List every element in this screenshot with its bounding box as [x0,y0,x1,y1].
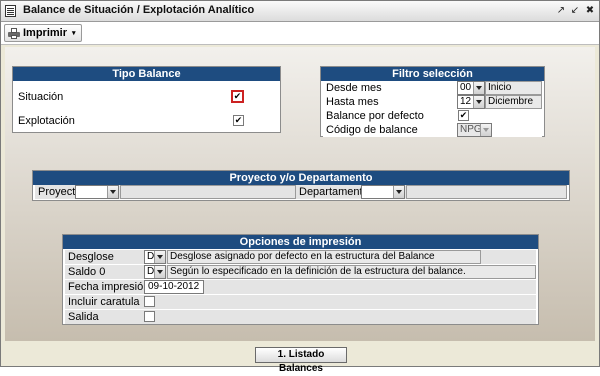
explotacion-row: Explotación ✔ [15,112,278,130]
chevron-down-icon [480,124,491,136]
departamento-label: Departamento [299,186,369,198]
hasta-mes-desc: Diciembre [485,95,542,109]
fecha-row: Fecha impresión 09-10-2012 [65,280,536,294]
filtro-panel: Filtro selección Desde mes 00 Inicio Has… [320,66,545,137]
saldo-desc: Según lo especificado en la definición d… [167,265,536,279]
explotacion-label: Explotación [18,115,75,127]
proyecto-panel: Proyecto y/o Departamento Proyecto Depar… [32,170,570,201]
chevron-down-icon: ▾ [72,30,76,37]
departamento-desc [406,185,567,199]
codigo-balance-row: Código de balance NPG [323,123,542,137]
fecha-input[interactable]: 09-10-2012 [144,280,204,294]
chevron-down-icon [107,186,118,198]
chevron-down-icon [473,82,484,94]
salida-row: Salida [65,310,536,324]
title-bar: Balance de Situación / Explotación Analí… [1,1,599,22]
hasta-mes-select[interactable]: 12 [457,95,485,109]
printer-icon [8,27,20,39]
window-title: Balance de Situación / Explotación Analí… [23,4,255,16]
hasta-mes-row: Hasta mes 12 Diciembre [323,95,542,109]
desde-mes-select[interactable]: 00 [457,81,485,95]
print-button-label: Imprimir [23,27,68,39]
chevron-down-icon [393,186,404,198]
saldo-select[interactable]: D [144,265,166,279]
fecha-label: Fecha impresión [68,281,150,293]
balance-defecto-row: Balance por defecto ✔ [323,109,542,123]
balance-defecto-checkbox[interactable]: ✔ [458,110,469,121]
caratula-label: Incluir caratula [68,296,140,308]
saldo-row: Saldo 0 D Según lo especificado en la de… [65,265,536,279]
chevron-down-icon [473,96,484,108]
form-area: Tipo Balance Situación ✔ Explotación ✔ F… [5,47,595,341]
opciones-panel: Opciones de impresión Desglose D Desglos… [62,234,539,325]
situacion-row: Situación ✔ [15,88,278,106]
detach-window-icon[interactable]: ↗ [555,5,567,17]
situacion-checkbox[interactable]: ✔ [231,90,244,103]
chevron-down-icon [154,251,165,263]
situacion-label: Situación [18,91,64,103]
desglose-row: Desglose D Desglose asignado por defecto… [65,250,536,264]
desglose-desc: Desglose asignado por defecto en la estr… [167,250,481,264]
restore-window-icon[interactable]: ↙ [569,5,581,17]
balance-defecto-label: Balance por defecto [326,110,424,122]
tipo-balance-header: Tipo Balance [13,67,280,81]
footer-bar: 1. Listado Balances [1,342,599,374]
filtro-header: Filtro selección [321,67,544,81]
window-app-icon [5,5,16,17]
close-window-icon[interactable]: ✖ [584,5,596,17]
print-menu-button[interactable]: Imprimir ▾ [4,24,82,42]
hasta-mes-label: Hasta mes [326,96,379,108]
caratula-checkbox[interactable] [144,296,155,307]
departamento-select[interactable] [361,185,405,199]
codigo-balance-select[interactable]: NPG [457,123,492,137]
desglose-label: Desglose [68,251,114,263]
proyecto-row: Proyecto Departamento [35,185,567,199]
chevron-down-icon [154,266,165,278]
proyecto-desc [120,185,296,199]
desde-mes-value: 00 [460,82,472,93]
desde-mes-label: Desde mes [326,82,382,94]
explotacion-checkbox[interactable]: ✔ [233,115,244,126]
desglose-select[interactable]: D [144,250,166,264]
tipo-balance-panel: Tipo Balance Situación ✔ Explotación ✔ [12,66,281,133]
caratula-row: Incluir caratula [65,295,536,309]
salida-label: Salida [68,311,99,323]
opciones-header: Opciones de impresión [63,235,538,249]
saldo-label: Saldo 0 [68,266,106,278]
report-window: Balance de Situación / Explotación Analí… [0,0,600,374]
proyecto-select[interactable] [75,185,119,199]
toolbar: Imprimir ▾ [1,22,599,45]
desde-mes-row: Desde mes 00 Inicio [323,81,542,95]
codigo-balance-label: Código de balance [326,124,418,136]
salida-checkbox[interactable] [144,311,155,322]
listado-balances-button[interactable]: 1. Listado Balances [255,347,347,374]
proyecto-header: Proyecto y/o Departamento [33,171,569,185]
desde-mes-desc: Inicio [485,81,542,95]
codigo-balance-value: NPG [460,124,482,135]
hasta-mes-value: 12 [460,96,472,107]
